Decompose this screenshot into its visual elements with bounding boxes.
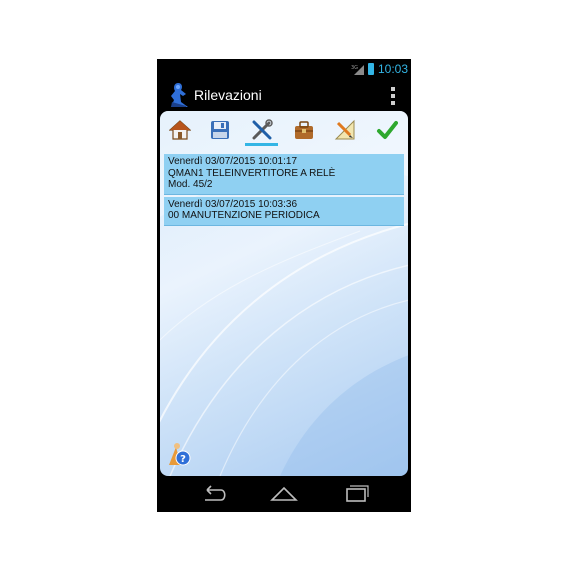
overflow-menu-icon[interactable] xyxy=(387,85,399,107)
briefcase-icon[interactable] xyxy=(293,119,315,141)
svg-text:3G: 3G xyxy=(351,65,358,71)
content-area: Venerdì 03/07/2015 10:01:17 QMAN1 TELEIN… xyxy=(160,111,408,476)
checkmark-icon[interactable] xyxy=(376,119,398,141)
record-date: Venerdì 03/07/2015 10:03:36 xyxy=(168,198,298,210)
help-person-icon[interactable]: ? xyxy=(167,441,193,467)
selected-tab-indicator xyxy=(245,143,278,146)
app-logo-icon[interactable] xyxy=(168,82,190,108)
record-description: QMAN1 TELEINVERTITORE A RELÈ xyxy=(168,167,336,179)
nav-home-icon[interactable] xyxy=(270,484,298,504)
action-bar: Rilevazioni xyxy=(157,79,411,111)
phone-screen: 3G 10:03 Rilevazioni Venerdì 03/07/2015 … xyxy=(157,59,411,512)
battery-icon xyxy=(368,63,374,75)
svg-text:?: ? xyxy=(180,454,186,465)
tools-icon[interactable] xyxy=(251,119,273,141)
home-icon[interactable] xyxy=(169,119,191,141)
record-description: 00 MANUTENZIONE PERIODICA xyxy=(168,210,320,221)
pencil-ruler-icon[interactable] xyxy=(334,119,356,141)
toolbar xyxy=(160,111,408,150)
back-icon[interactable] xyxy=(199,484,227,504)
navigation-bar xyxy=(157,476,411,512)
list-item[interactable]: Venerdì 03/07/2015 10:01:17 QMAN1 TELEIN… xyxy=(164,154,404,195)
app-title: Rilevazioni xyxy=(194,87,262,103)
status-bar: 3G 10:03 xyxy=(157,59,411,79)
recents-icon[interactable] xyxy=(342,484,370,504)
status-time: 10:03 xyxy=(378,62,409,76)
save-icon[interactable] xyxy=(209,119,231,141)
list-item[interactable]: Venerdì 03/07/2015 10:03:36 00 MANUTENZI… xyxy=(164,196,404,226)
record-date: Venerdì 03/07/2015 10:01:17 xyxy=(168,156,298,167)
records-list: Venerdì 03/07/2015 10:01:17 QMAN1 TELEIN… xyxy=(164,154,404,228)
signal-3g-icon: 3G xyxy=(351,65,364,75)
record-extra: Mod. 45/2 xyxy=(168,179,213,190)
